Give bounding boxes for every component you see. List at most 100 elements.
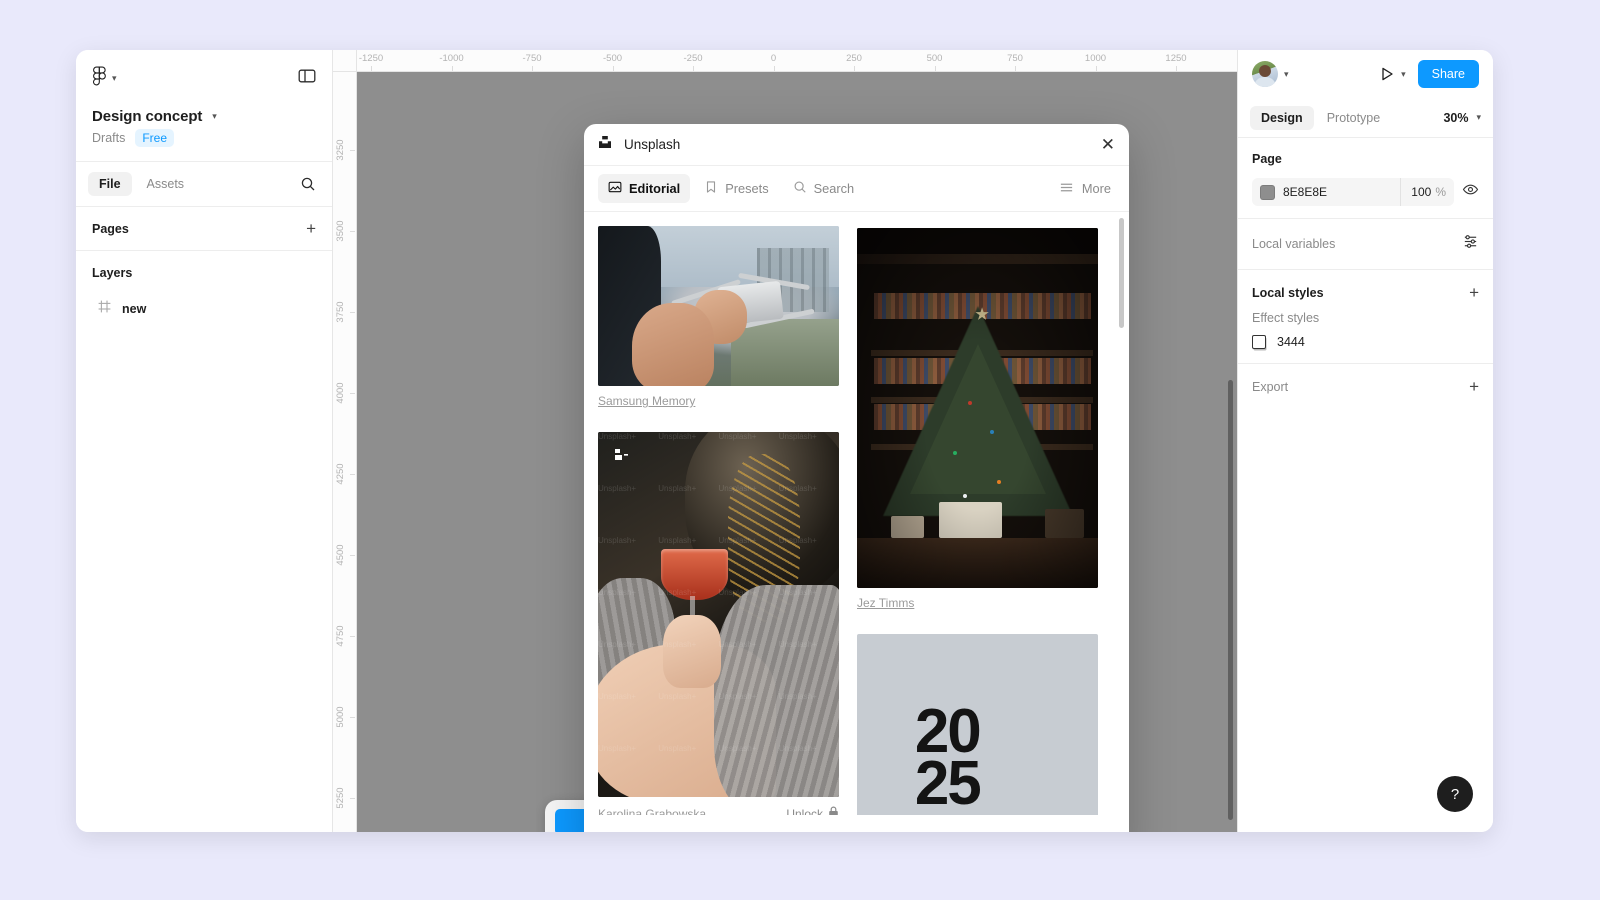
play-present-icon[interactable] — [1379, 66, 1395, 82]
panel-layout-icon[interactable] — [298, 67, 316, 90]
page-opacity-value[interactable]: 100 — [1411, 185, 1431, 199]
file-menu-chevron-down-icon[interactable]: ▾ — [212, 112, 217, 121]
canvas-vertical-scrollbar[interactable] — [1228, 380, 1233, 820]
right-panel-tabs: Design Prototype 30% ▾ — [1238, 98, 1493, 138]
photo-credit-link[interactable]: Jez Timms — [857, 596, 914, 610]
tab-editorial[interactable]: Editorial — [598, 174, 691, 203]
effect-style-item[interactable]: 3444 — [1238, 327, 1493, 363]
local-variables-row[interactable]: Local variables — [1238, 219, 1493, 270]
layer-row[interactable]: new — [76, 294, 332, 324]
unlock-button[interactable]: Unlock — [786, 805, 839, 815]
avatar[interactable] — [1252, 61, 1278, 87]
tab-file[interactable]: File — [88, 172, 132, 196]
ruler-tick-label: -1250 — [358, 53, 384, 64]
photo-card[interactable]: Samsung Memory — [598, 226, 839, 426]
help-button[interactable]: ? — [1437, 776, 1473, 812]
ruler-tick-label: 3500 — [335, 220, 346, 242]
tab-presets-label: Presets — [725, 181, 769, 196]
layers-title: Layers — [92, 265, 133, 280]
ruler-tick-label: 1000 — [1084, 53, 1107, 64]
ruler-tick-mark — [612, 66, 614, 71]
local-styles-row: Local styles + — [1238, 270, 1493, 305]
pages-title: Pages — [92, 221, 129, 236]
ruler-tick-label: 0 — [770, 53, 777, 64]
pages-section-header: Pages + — [76, 207, 332, 250]
ruler-horizontal: -1250 -1000 -750 -500 -250 0 250 500 750 1000 1250 — [333, 50, 1237, 72]
page-color-swatch[interactable] — [1260, 184, 1275, 200]
ruler-corner — [333, 50, 357, 72]
plan-badge[interactable]: Free — [135, 129, 175, 147]
close-icon[interactable]: ✕ — [1101, 136, 1115, 153]
photo-credit-link[interactable]: Samsung Memory — [598, 394, 695, 408]
ruler-tick-mark — [1015, 66, 1016, 71]
ruler-tick-mark — [371, 66, 372, 71]
photo-drone[interactable] — [598, 226, 839, 386]
photo-2025[interactable]: 20 25 — [857, 634, 1098, 815]
ruler-tick-mark — [350, 798, 355, 799]
ruler-tick-mark — [451, 66, 453, 71]
more-menu-button[interactable]: More — [1055, 174, 1115, 204]
photo-card[interactable]: 20 25 — [857, 634, 1098, 815]
figma-home-button[interactable]: ▾ — [92, 66, 117, 91]
tab-search[interactable]: Search — [783, 174, 865, 203]
effect-style-swatch-icon — [1252, 335, 1266, 349]
modal-title: Unsplash — [624, 137, 681, 152]
tab-design[interactable]: Design — [1250, 105, 1314, 130]
file-title: Design concept — [92, 108, 203, 125]
tab-assets[interactable]: Assets — [136, 172, 196, 196]
unsplash-plus-badge-icon — [612, 446, 630, 464]
ruler-tick-mark — [532, 66, 533, 71]
ruler-tick-mark — [350, 474, 355, 475]
zoom-control[interactable]: 30% ▾ — [1443, 111, 1481, 125]
learn-more-text[interactable]: Learn more about Unsplash+ — [947, 831, 1113, 833]
avatar-chevron-down-icon[interactable]: ▾ — [1284, 69, 1289, 79]
modal-scrollbar[interactable] — [1119, 218, 1124, 328]
question-mark-icon: ? — [1450, 785, 1460, 803]
search-icon[interactable] — [296, 172, 320, 196]
page-color-hex: 8E8E8E — [1283, 185, 1328, 199]
share-button[interactable]: Share — [1417, 60, 1479, 88]
lock-icon — [828, 805, 839, 815]
ruler-tick-label: 5250 — [335, 787, 346, 809]
export-title: Export — [1252, 379, 1289, 394]
variables-sliders-icon[interactable] — [1462, 233, 1479, 255]
ruler-tick-mark — [350, 312, 355, 313]
left-sidebar: ▾ Design concept ▾ Drafts Free File Asse… — [76, 50, 333, 832]
sidebar-tabs: File Assets — [76, 162, 332, 206]
ruler-tick-label: 3750 — [335, 301, 346, 323]
tab-search-label: Search — [813, 181, 855, 196]
ruler-vertical: 3250 3500 3750 4000 4250 4500 4750 5000 5250 — [333, 50, 357, 832]
photo-card[interactable]: Jez Timms — [857, 228, 1098, 628]
ruler-tick-label: 4000 — [335, 382, 346, 404]
frame-icon — [98, 300, 111, 318]
search-icon — [793, 180, 807, 197]
photo-card[interactable]: Unsplash+Unsplash+Unsplash+Unsplash+ Uns… — [598, 432, 839, 815]
photo-grid[interactable]: Samsung Memory Karolina Grabowska Unlock… — [584, 212, 1129, 815]
tab-presets[interactable]: Presets — [694, 174, 778, 203]
login-register-link[interactable]: Login / Register — [600, 831, 688, 833]
tab-prototype[interactable]: Prototype — [1316, 106, 1392, 130]
unsplash-plugin-modal[interactable]: Unsplash ✕ Editorial Presets Search More… — [584, 124, 1129, 832]
ruler-tick-label: -750 — [522, 53, 542, 64]
photo-credit-row: Jez Timms — [857, 596, 1098, 610]
photo-credit-row: Karolina Grabowska Unlock — [598, 805, 839, 815]
photo-glass[interactable]: Unsplash+Unsplash+Unsplash+Unsplash+ Uns… — [598, 432, 839, 797]
present-options-chevron-down-icon[interactable]: ▾ — [1401, 69, 1406, 79]
ruler-tick-label: 250 — [846, 53, 862, 64]
more-label: More — [1081, 181, 1111, 196]
add-page-plus-icon[interactable]: + — [306, 220, 316, 237]
image-icon — [608, 180, 622, 197]
drafts-label[interactable]: Drafts — [92, 131, 125, 145]
add-local-style-plus-icon[interactable]: + — [1469, 284, 1479, 301]
ruler-tick-mark — [350, 636, 355, 637]
local-variables-title: Local variables — [1252, 237, 1336, 251]
zoom-chevron-down-icon[interactable]: ▾ — [1476, 113, 1481, 122]
unsplash-plus-brand: Unsplash+ — [1049, 831, 1113, 833]
photo-column-right: Jez Timms 20 25 — [857, 226, 1098, 815]
photo-library-tree[interactable] — [857, 228, 1098, 588]
photo-credit-link[interactable]: Karolina Grabowska — [598, 807, 706, 815]
eye-icon[interactable] — [1462, 181, 1479, 203]
modal-tabs: Editorial Presets Search More — [584, 166, 1129, 212]
add-export-plus-icon[interactable]: + — [1469, 378, 1479, 395]
page-color-field[interactable]: 8E8E8E 100 % — [1252, 178, 1454, 206]
